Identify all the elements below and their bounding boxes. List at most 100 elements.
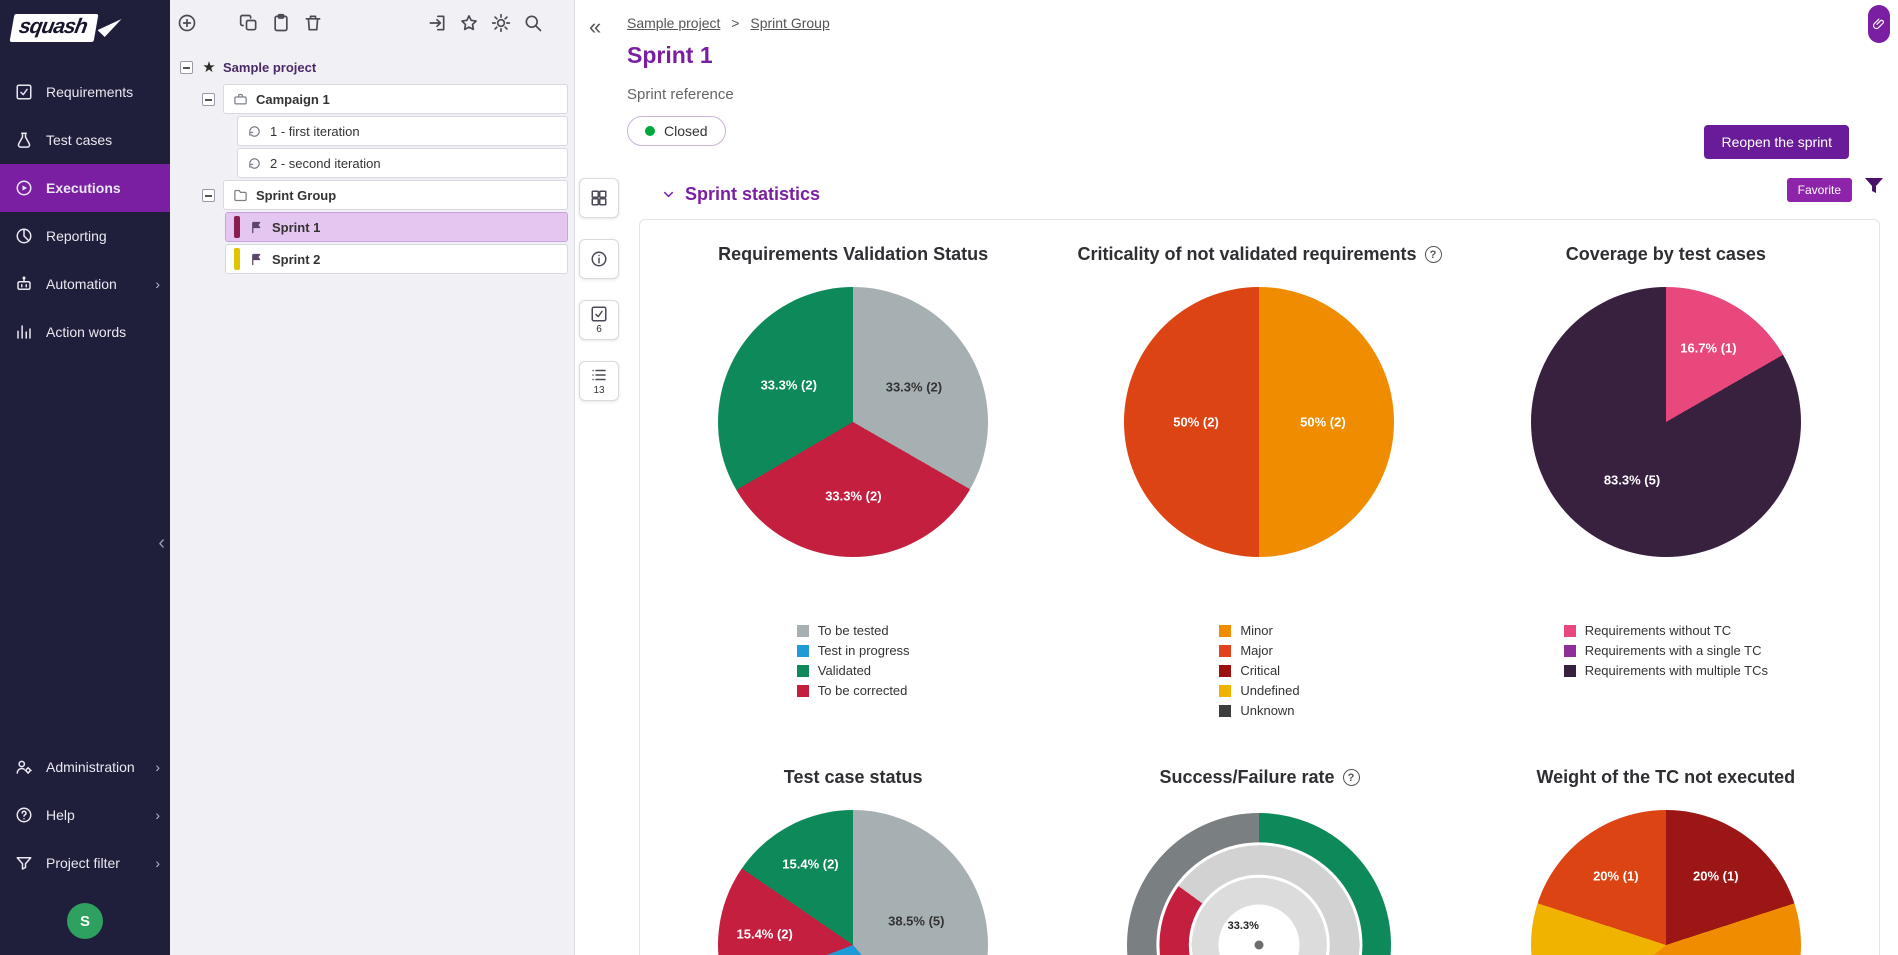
sidebar-bottom-nav: › Administration › Help › Project filter…	[0, 743, 170, 955]
check-square-icon	[590, 305, 608, 323]
reporting-icon	[14, 226, 34, 246]
project-filter-icon	[14, 853, 34, 873]
sidebar-item-reporting[interactable]: Reporting	[0, 212, 170, 260]
breadcrumb-link-sample-project[interactable]: Sample project	[627, 15, 720, 31]
pie-chart: 20% (1)20% (1)	[1531, 810, 1801, 955]
tree-node-box[interactable]: Sprint 1	[225, 212, 568, 242]
help-icon	[14, 805, 34, 825]
chart-title-text: Success/Failure rate	[1159, 767, 1334, 788]
legend-swatch	[797, 645, 809, 657]
project-star-icon: ★	[201, 59, 217, 75]
sidebar-item-label: Executions	[46, 180, 121, 196]
tree-row-sprint-group[interactable]: Sprint Group	[170, 180, 568, 210]
sidebar-nav: Requirements Test cases Executions Repor…	[0, 56, 170, 356]
chart-success-failure-rate: Success/Failure rate ? 33.3%	[1056, 767, 1462, 955]
paperclip-icon	[1872, 17, 1886, 31]
legend-item: Minor	[1219, 623, 1299, 638]
copy-button[interactable]	[238, 12, 260, 34]
collapse-expander-icon[interactable]	[180, 61, 193, 74]
iteration-icon	[246, 123, 262, 139]
legend-label: Requirements with multiple TCs	[1585, 663, 1768, 678]
legend-item: Unknown	[1219, 703, 1299, 718]
sidebar-collapse-button[interactable]: ‹	[158, 532, 165, 555]
pie-segment-label: 38.5% (5)	[888, 914, 944, 929]
new-item-button[interactable]	[176, 12, 198, 34]
collapse-expander-icon[interactable]	[202, 189, 215, 202]
breadcrumb-link-sprint-group[interactable]: Sprint Group	[750, 15, 829, 31]
settings-gear-button[interactable]	[490, 12, 512, 34]
legend-item: To be tested	[797, 623, 910, 638]
chart-legend: MinorMajorCriticalUndefinedUnknown	[1219, 623, 1299, 723]
user-avatar[interactable]: S	[67, 903, 103, 939]
sidebar-item-administration[interactable]: › Administration	[0, 743, 170, 791]
sprint-statistics-section-header[interactable]: Sprint statistics	[661, 184, 1898, 205]
pie-segment-label: 83.3% (5)	[1604, 473, 1660, 488]
favorite-star-button[interactable]	[458, 12, 480, 34]
chart-title-text: Criticality of not validated requirement…	[1077, 244, 1416, 265]
pie-chart: 33.3% (2)33.3% (2)33.3% (2)	[718, 287, 988, 557]
sidebar-item-test-cases[interactable]: Test cases	[0, 116, 170, 164]
legend-swatch	[1564, 645, 1576, 657]
collapse-tree-button[interactable]: «	[589, 16, 601, 38]
tree-node-label: Sprint 2	[272, 252, 320, 267]
tab-information[interactable]	[579, 239, 619, 279]
chart-title: Weight of the TC not executed	[1536, 767, 1795, 788]
tree-node-box[interactable]: Campaign 1	[223, 84, 568, 114]
sidebar-item-requirements[interactable]: Requirements	[0, 68, 170, 116]
tree-row-sample-project[interactable]: ★ Sample project	[170, 52, 568, 82]
tab-test-plan[interactable]: 6	[579, 300, 619, 340]
export-button[interactable]	[426, 12, 448, 34]
sidebar-item-action-words[interactable]: Action words	[0, 308, 170, 356]
tree-row-sprint-1[interactable]: Sprint 1	[170, 212, 568, 242]
squash-logo[interactable]: squash	[0, 0, 170, 56]
chevron-right-icon: ›	[155, 759, 160, 775]
sidebar-item-project-filter[interactable]: › Project filter	[0, 839, 170, 887]
tree-row-iteration-2[interactable]: 2 - second iteration	[170, 148, 568, 178]
legend-label: To be tested	[818, 623, 889, 638]
paste-button[interactable]	[270, 12, 292, 34]
sidebar-item-automation[interactable]: › Automation	[0, 260, 170, 308]
tree-node-label: 2 - second iteration	[270, 156, 381, 171]
help-icon[interactable]: ?	[1343, 769, 1360, 786]
help-icon[interactable]: ?	[1425, 246, 1442, 263]
search-button[interactable]	[522, 12, 544, 34]
status-badge: Closed	[627, 116, 726, 146]
legend-item: Major	[1219, 643, 1299, 658]
sidebar-item-label: Test cases	[46, 132, 112, 148]
sidebar-item-executions[interactable]: Executions	[0, 164, 170, 212]
legend-label: Unknown	[1240, 703, 1294, 718]
chart-weight-tc-not-executed: Weight of the TC not executed 20% (1)20%…	[1463, 767, 1869, 955]
favorite-button[interactable]: Favorite	[1787, 178, 1852, 202]
legend-swatch	[1219, 685, 1231, 697]
funnel-icon	[1862, 174, 1886, 198]
reopen-sprint-button[interactable]: Reopen the sprint	[1704, 125, 1849, 159]
tab-issues[interactable]: 13	[579, 361, 619, 401]
delete-button[interactable]	[302, 12, 324, 34]
dashboard-filter-button[interactable]	[1862, 174, 1886, 198]
legend-swatch	[1219, 625, 1231, 637]
tab-dashboard[interactable]	[579, 178, 619, 218]
collapse-expander-icon[interactable]	[202, 93, 215, 106]
chart-title: Coverage by test cases	[1566, 244, 1766, 265]
legend-item: Requirements with multiple TCs	[1564, 663, 1768, 678]
page-title: Sprint 1	[627, 42, 1898, 69]
tree-row-sprint-2[interactable]: Sprint 2	[170, 244, 568, 274]
tree-node-box[interactable]: 1 - first iteration	[237, 116, 568, 146]
sprint-group-folder-icon	[232, 187, 248, 203]
sidebar-item-help[interactable]: › Help	[0, 791, 170, 839]
anchor-tab-strip: 6 13	[579, 178, 619, 401]
sidebar-item-label: Action words	[46, 324, 126, 340]
donut-center-label: 33.3%	[1228, 920, 1259, 932]
tree-row-campaign-1[interactable]: Campaign 1	[170, 84, 568, 114]
chart-title: Test case status	[784, 767, 923, 788]
tree-node-box[interactable]: Sprint 2	[225, 244, 568, 274]
chart-title: Success/Failure rate ?	[1159, 767, 1359, 788]
tree-node-box[interactable]: Sprint Group	[223, 180, 568, 210]
attachments-button[interactable]	[1868, 5, 1890, 43]
pie-segment-label: 20% (1)	[1593, 869, 1639, 884]
tree-node-box[interactable]: 2 - second iteration	[237, 148, 568, 178]
sprint-flag-icon	[248, 219, 264, 235]
tree-row-iteration-1[interactable]: 1 - first iteration	[170, 116, 568, 146]
legend-item: Critical	[1219, 663, 1299, 678]
legend-swatch	[1219, 705, 1231, 717]
